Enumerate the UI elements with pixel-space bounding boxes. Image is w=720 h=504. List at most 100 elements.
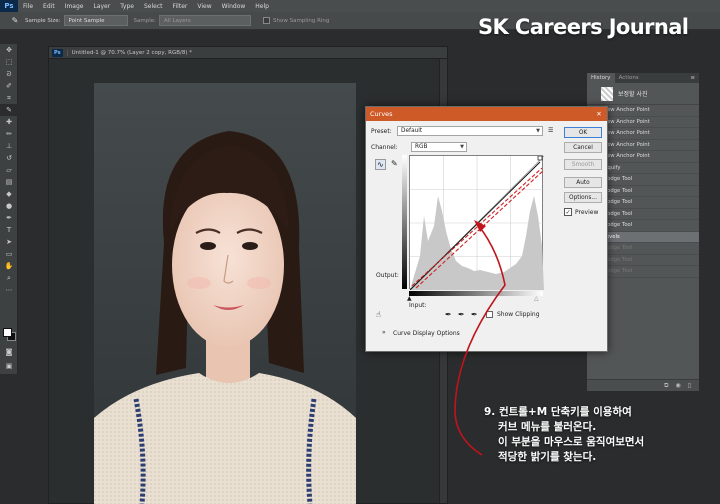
- expand-chevron-icon[interactable]: »: [382, 329, 386, 336]
- menu-type[interactable]: Type: [115, 3, 139, 10]
- history-panel-footer: ⧉ ◉ ▯: [587, 379, 699, 391]
- black-point-slider-icon[interactable]: ▲: [407, 295, 412, 302]
- quick-select-tool-icon[interactable]: ✐: [0, 80, 18, 92]
- sample-select[interactable]: All Layers: [159, 15, 251, 26]
- gray-eyedropper-icon[interactable]: ✒: [458, 310, 465, 319]
- eyedropper-icon[interactable]: ✎: [8, 15, 22, 27]
- tools-panel: ✥ ⬚ ᘐ ✐ ⌗ ✎ ✚ ✏ ⊥ ↺ ▱ ▤ ◆ ● ✒ T ➤ ▭ ✋ ⌕ …: [0, 44, 18, 374]
- history-item-label: New Anchor Point: [603, 107, 650, 114]
- preview-checkbox[interactable]: ✓: [564, 208, 572, 216]
- preset-select[interactable]: Default ▼: [397, 126, 543, 136]
- callout-line: 커브 메뉴를 불러온다.: [498, 421, 597, 433]
- marquee-tool-icon[interactable]: ⬚: [0, 56, 18, 68]
- history-snapshot[interactable]: 보정할 사진: [587, 83, 699, 105]
- target-adjust-icon[interactable]: ☝: [376, 310, 381, 319]
- zoom-tool-icon[interactable]: ⌕: [0, 272, 18, 284]
- show-sampling-ring-label: Show Sampling Ring: [273, 17, 330, 24]
- snapshot-thumbnail: [601, 86, 613, 101]
- menu-layer[interactable]: Layer: [88, 3, 115, 10]
- curves-graph-svg[interactable]: [409, 155, 545, 291]
- curve-pencil-icon[interactable]: ✎: [391, 159, 398, 168]
- preset-value: Default: [401, 128, 423, 134]
- screen-mode-icon[interactable]: ▣: [0, 360, 18, 372]
- preset-label: Preset:: [371, 128, 392, 135]
- curves-graph[interactable]: [409, 155, 545, 291]
- preview-label: Preview: [575, 209, 599, 216]
- panel-menu-icon[interactable]: ≡: [690, 75, 699, 81]
- history-item-label: New Anchor Point: [603, 141, 650, 148]
- show-sampling-ring-checkbox[interactable]: [263, 17, 270, 24]
- document-tab-title: Untitled-1 @ 70.7% (Layer 2 copy, RGB/8)…: [66, 49, 192, 56]
- chevron-down-icon: ▼: [536, 128, 540, 134]
- tab-actions[interactable]: Actions: [615, 73, 643, 83]
- photoshop-logo-icon: Ps: [0, 0, 18, 12]
- stamp-tool-icon[interactable]: ⊥: [0, 140, 18, 152]
- menu-help[interactable]: Help: [250, 3, 274, 10]
- type-tool-icon[interactable]: T: [0, 224, 18, 236]
- menu-filter[interactable]: Filter: [168, 3, 193, 10]
- dodge-tool-icon[interactable]: ●: [0, 200, 18, 212]
- history-item-label: New Anchor Point: [603, 153, 650, 160]
- curve-edit-points-icon[interactable]: ∿: [375, 159, 386, 170]
- menu-select[interactable]: Select: [139, 3, 168, 10]
- white-point-slider-icon[interactable]: △: [534, 295, 539, 302]
- quick-mask-icon[interactable]: ◙: [0, 346, 18, 358]
- channel-label: Channel:: [371, 144, 398, 151]
- eraser-tool-icon[interactable]: ▱: [0, 164, 18, 176]
- shape-tool-icon[interactable]: ▭: [0, 248, 18, 260]
- callout-text: 9. 컨트롤+M 단축키를 이용하여 커브 메뉴를 불러온다. 이 부분을 마우…: [484, 405, 712, 465]
- input-gradient-bar: [409, 291, 543, 296]
- show-clipping-label: Show Clipping: [497, 311, 540, 318]
- history-item-label: New Anchor Point: [603, 130, 650, 137]
- show-clipping-checkbox[interactable]: [486, 311, 493, 318]
- eyedropper-tool-icon[interactable]: ✎: [0, 104, 18, 116]
- chevron-down-icon: ▼: [460, 144, 464, 150]
- healing-tool-icon[interactable]: ✚: [0, 116, 18, 128]
- brush-tool-icon[interactable]: ✏: [0, 128, 18, 140]
- output-label: Output:: [376, 272, 399, 279]
- hand-tool-icon[interactable]: ✋: [0, 260, 18, 272]
- menu-image[interactable]: Image: [60, 3, 89, 10]
- snapshot-label: 보정할 사진: [618, 91, 648, 98]
- menu-bar: Ps File Edit Image Layer Type Select Fil…: [0, 0, 720, 12]
- path-select-tool-icon[interactable]: ➤: [0, 236, 18, 248]
- pen-tool-icon[interactable]: ✒: [0, 212, 18, 224]
- brand-watermark: SK Careers Journal: [478, 15, 689, 39]
- foreground-color-swatch[interactable]: [3, 328, 12, 337]
- tab-history[interactable]: History: [587, 73, 615, 83]
- auto-button[interactable]: Auto: [564, 177, 602, 188]
- move-tool-icon[interactable]: ✥: [0, 44, 18, 56]
- curves-dialog: Curves ✕ Preset: Default ▼ ☰ Channel: RG…: [365, 106, 608, 352]
- lasso-tool-icon[interactable]: ᘐ: [0, 68, 18, 80]
- sample-label: Sample:: [133, 17, 156, 24]
- document-tab[interactable]: Ps Untitled-1 @ 70.7% (Layer 2 copy, RGB…: [49, 47, 447, 59]
- channel-value: RGB: [415, 144, 428, 150]
- black-eyedropper-icon[interactable]: ✒: [445, 310, 452, 319]
- options-button[interactable]: Options...: [564, 192, 602, 203]
- blur-tool-icon[interactable]: ◆: [0, 188, 18, 200]
- camera-snapshot-icon[interactable]: ◉: [675, 382, 680, 389]
- menu-view[interactable]: View: [192, 3, 216, 10]
- callout-line: 9. 컨트롤+M 단축키를 이용하여: [484, 406, 632, 418]
- curve-display-options-label[interactable]: Curve Display Options: [393, 330, 460, 337]
- crop-tool-icon[interactable]: ⌗: [0, 92, 18, 104]
- gradient-tool-icon[interactable]: ▤: [0, 176, 18, 188]
- new-document-from-state-icon[interactable]: ⧉: [664, 382, 668, 390]
- history-brush-tool-icon[interactable]: ↺: [0, 152, 18, 164]
- menu-file[interactable]: File: [18, 3, 38, 10]
- close-icon[interactable]: ✕: [591, 110, 607, 118]
- photoshop-window: Ps File Edit Image Layer Type Select Fil…: [0, 0, 720, 504]
- ok-button[interactable]: OK: [564, 127, 602, 138]
- output-gradient-bar: [402, 155, 407, 289]
- channel-select[interactable]: RGB ▼: [411, 142, 467, 152]
- menu-window[interactable]: Window: [217, 3, 251, 10]
- menu-edit[interactable]: Edit: [38, 3, 60, 10]
- cancel-button[interactable]: Cancel: [564, 142, 602, 153]
- preset-options-icon[interactable]: ☰: [548, 127, 553, 134]
- trash-icon[interactable]: ▯: [688, 382, 691, 389]
- more-tools-icon[interactable]: ⋯: [0, 284, 18, 296]
- sample-size-select[interactable]: Point Sample: [63, 15, 128, 26]
- document-ps-icon: Ps: [52, 48, 63, 57]
- white-eyedropper-icon[interactable]: ✒: [471, 310, 478, 319]
- smooth-button[interactable]: Smooth: [564, 159, 602, 170]
